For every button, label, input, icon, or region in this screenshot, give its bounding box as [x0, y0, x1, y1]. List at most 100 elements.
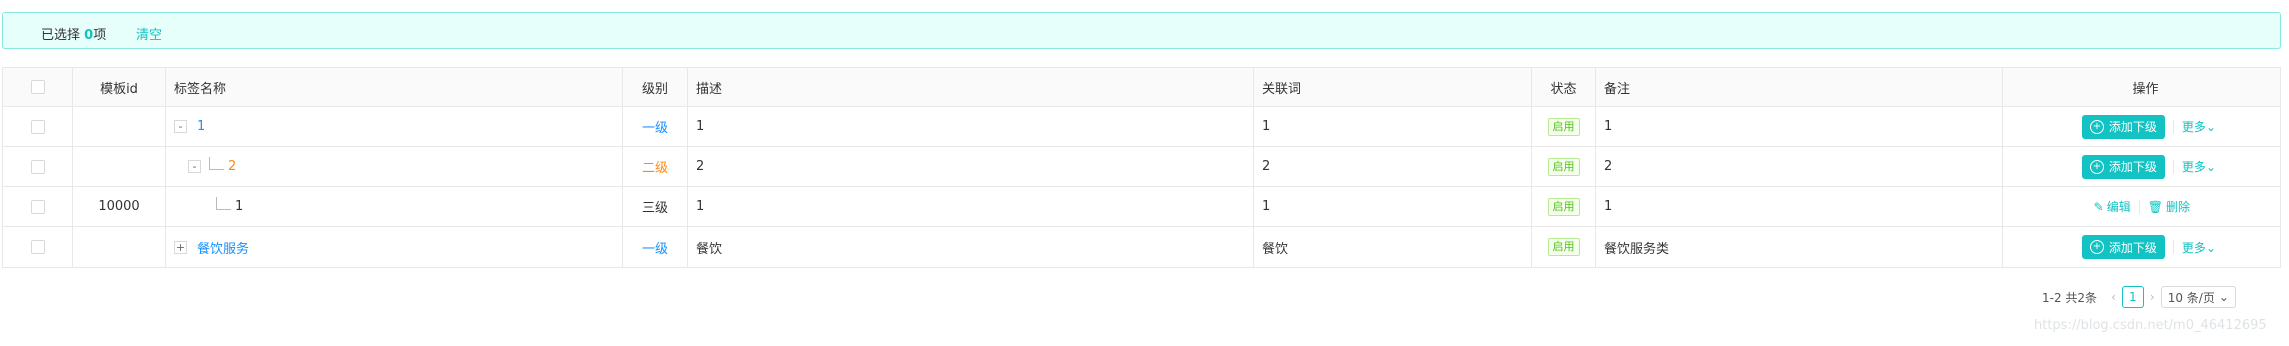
collapse-icon[interactable]: -: [174, 120, 187, 133]
row-check-cell: [3, 187, 73, 226]
tag-name-text[interactable]: 1: [235, 199, 243, 214]
page-size-select[interactable]: 10 条/页 ⌄: [2160, 286, 2236, 308]
pagination: 1-2 共2条 ‹ 1 › 10 条/页 ⌄: [2042, 286, 2236, 308]
edit-link[interactable]: ✎ 编辑: [2094, 198, 2131, 215]
status-badge: 启用: [1547, 197, 1580, 216]
tag-name-link[interactable]: 餐饮服务: [197, 238, 249, 257]
next-page-icon[interactable]: ›: [2150, 290, 2155, 304]
tree-connector: [209, 157, 224, 170]
chevron-down-icon: ⌄: [2205, 160, 2216, 174]
clear-selection-link[interactable]: 清空: [136, 24, 162, 43]
tag-name-link[interactable]: 2: [228, 159, 236, 174]
template-id-cell: [73, 107, 166, 146]
table-row: 10000 1 三级 1 1 启用 1 ✎ 编辑 🗑 删除: [3, 187, 2280, 227]
header-ops: 操作: [2132, 81, 2159, 97]
divider: [2172, 240, 2174, 254]
prev-page-icon[interactable]: ‹: [2111, 290, 2116, 304]
status-cell: 启用: [1532, 107, 1596, 146]
selection-summary: 已选择 0项: [41, 24, 106, 43]
keywords-cell: 2: [1254, 147, 1532, 186]
level-cell: 一级: [623, 227, 688, 267]
more-label: 更多: [2181, 160, 2206, 174]
header-tag-name: 标签名称: [166, 68, 623, 106]
page-number-current[interactable]: 1: [2121, 286, 2144, 308]
level-cell: 三级: [623, 187, 688, 226]
table-row: + 餐饮服务 一级 餐饮 餐饮 启用 餐饮服务类 + 添加下级 更多⌄: [3, 227, 2280, 267]
edit-label: 编辑: [2106, 200, 2131, 214]
keywords-cell: 餐饮: [1254, 227, 1532, 267]
note-cell: 1: [1596, 187, 2003, 226]
delete-link[interactable]: 🗑 删除: [2148, 198, 2190, 215]
selection-alert: 已选择 0项 清空: [2, 12, 2281, 49]
watermark: https://blog.csdn.net/m0_46412695: [2034, 318, 2267, 333]
table-row: - 1 一级 1 1 启用 1 + 添加下级 更多⌄: [3, 107, 2280, 147]
collapse-icon[interactable]: -: [188, 160, 201, 173]
level-cell: 一级: [623, 107, 688, 146]
ops-cell: ✎ 编辑 🗑 删除: [2003, 187, 2280, 226]
desc-cell: 1: [688, 107, 1254, 146]
chevron-down-icon: ⌄: [2205, 240, 2216, 255]
add-child-label: 添加下级: [2108, 240, 2157, 255]
table-row: - 2 二级 2 2 启用 2 + 添加下级 更多⌄: [3, 147, 2280, 187]
add-child-label: 添加下级: [2108, 160, 2157, 174]
tag-name-cell: 1: [166, 187, 623, 226]
select-all-checkbox[interactable]: [30, 80, 45, 94]
tag-name-cell: - 2: [166, 147, 623, 186]
keywords-cell: 1: [1254, 107, 1532, 146]
add-child-button[interactable]: + 添加下级: [2081, 235, 2165, 259]
selected-count: 0: [84, 28, 94, 43]
template-id-cell: [73, 147, 166, 186]
row-checkbox[interactable]: [30, 119, 45, 134]
divider: [2138, 199, 2140, 214]
header-keywords: 关联词: [1254, 68, 1532, 106]
plus-circle-icon: +: [2089, 159, 2104, 174]
note-cell: 餐饮服务类: [1596, 227, 2003, 267]
tag-name-link[interactable]: 1: [197, 119, 205, 134]
selected-suffix: 项: [93, 28, 107, 43]
selected-prefix: 已选择: [41, 28, 81, 43]
plus-circle-icon: +: [2089, 119, 2104, 134]
header-check-cell: [3, 68, 73, 106]
tag-name-cell: + 餐饮服务: [166, 227, 623, 267]
plus-circle-icon: +: [2089, 240, 2104, 254]
edit-icon: ✎: [2093, 199, 2104, 214]
tree-connector: [216, 197, 231, 210]
expand-icon[interactable]: +: [174, 240, 187, 254]
page-size-label: 10 条/页: [2167, 290, 2215, 305]
header-status: 状态: [1532, 68, 1596, 106]
status-badge: 启用: [1547, 157, 1580, 176]
chevron-down-icon: ⌄: [2218, 290, 2229, 304]
row-check-cell: [3, 107, 73, 146]
tag-table: 模板id 标签名称 级别 描述 关联词 状态 备注 操作 - 1 一级 1 1 …: [2, 67, 2281, 268]
tag-name-cell: - 1: [166, 107, 623, 146]
status-cell: 启用: [1532, 147, 1596, 186]
more-dropdown[interactable]: 更多⌄: [2182, 239, 2216, 256]
row-checkbox[interactable]: [30, 159, 45, 174]
status-badge: 启用: [1547, 117, 1580, 136]
add-child-button[interactable]: + 添加下级: [2081, 114, 2165, 139]
add-child-button[interactable]: + 添加下级: [2081, 154, 2165, 179]
divider: [2172, 159, 2174, 174]
trash-icon: 🗑: [2147, 199, 2163, 214]
header-level: 级别: [623, 68, 688, 106]
header-desc: 描述: [688, 68, 1254, 106]
keywords-cell: 1: [1254, 187, 1532, 226]
ops-cell: + 添加下级 更多⌄: [2003, 227, 2280, 267]
more-label: 更多: [2181, 120, 2206, 134]
more-label: 更多: [2181, 240, 2206, 255]
more-dropdown[interactable]: 更多⌄: [2182, 158, 2216, 175]
header-template-id: 模板id: [73, 68, 166, 106]
delete-label: 删除: [2165, 200, 2190, 214]
add-child-label: 添加下级: [2108, 120, 2157, 134]
row-checkbox[interactable]: [30, 240, 45, 254]
divider: [2172, 119, 2174, 134]
desc-cell: 餐饮: [688, 227, 1254, 267]
template-id-cell: [73, 227, 166, 267]
row-checkbox[interactable]: [30, 199, 45, 214]
note-cell: 2: [1596, 147, 2003, 186]
status-badge: 启用: [1547, 238, 1580, 256]
desc-cell: 2: [688, 147, 1254, 186]
note-cell: 1: [1596, 107, 2003, 146]
more-dropdown[interactable]: 更多⌄: [2182, 118, 2216, 135]
row-check-cell: [3, 147, 73, 186]
